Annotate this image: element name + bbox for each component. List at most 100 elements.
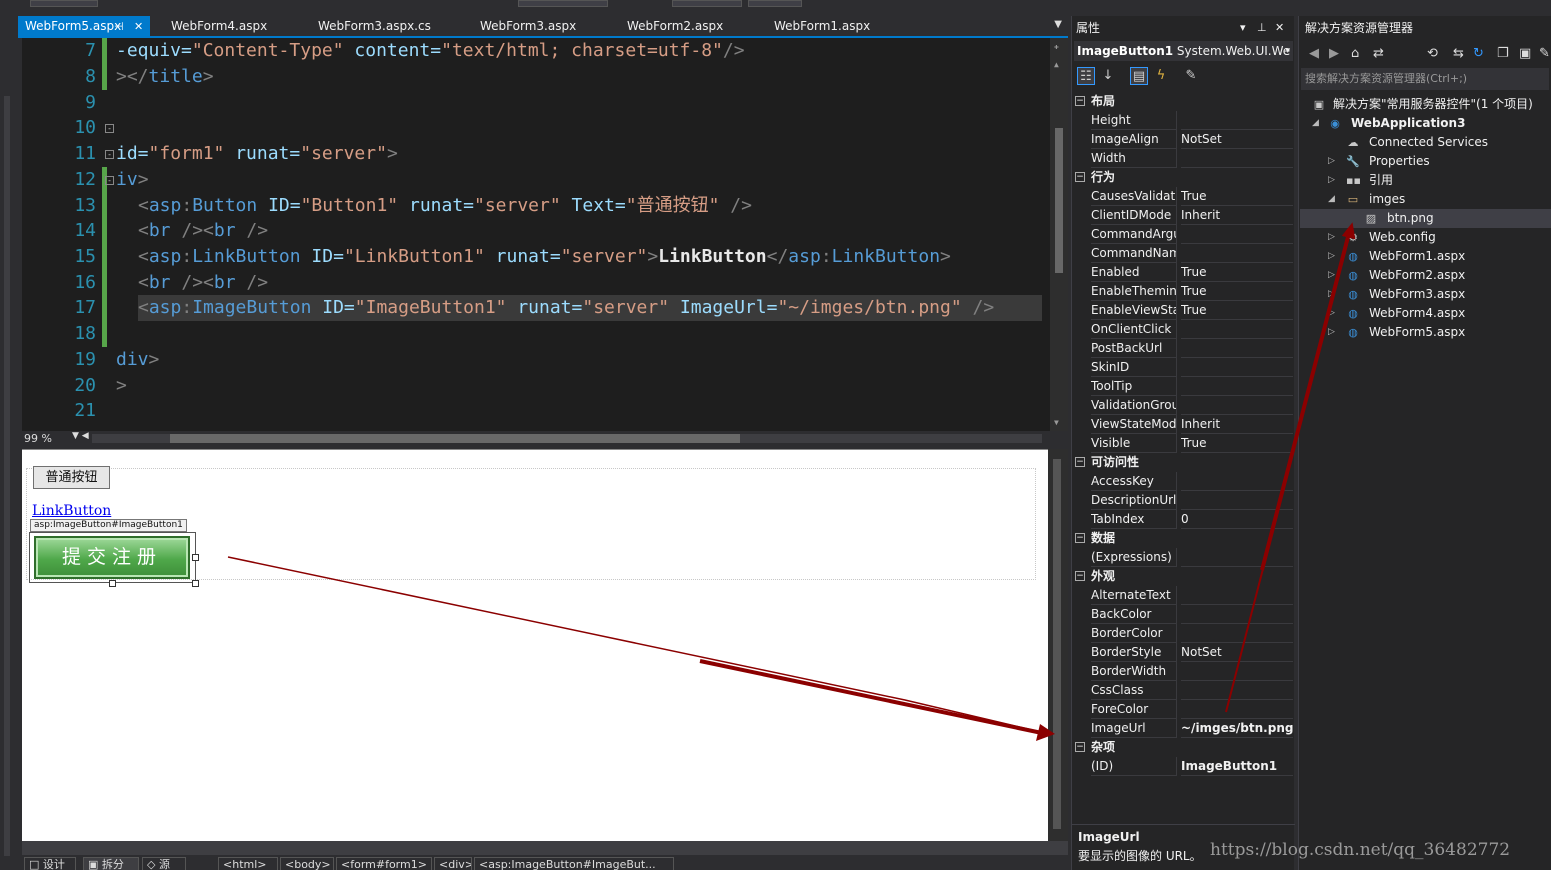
code-line-19[interactable]: div> (116, 347, 159, 373)
events-icon[interactable]: ϟ (1152, 67, 1170, 85)
close-icon[interactable]: ✕ (134, 16, 143, 37)
resize-handle[interactable] (109, 580, 116, 587)
tree-item[interactable]: ☁ Connected Services (1299, 133, 1551, 152)
code-line-7[interactable]: -equiv="Content-Type" content="text/html… (116, 38, 745, 64)
collapse-all-icon[interactable]: ❐ (1497, 46, 1509, 61)
horizontal-scrollbar[interactable] (92, 434, 1042, 443)
design-link-button[interactable]: LinkButton (32, 503, 111, 519)
dropdown-icon[interactable]: ▾ (1240, 16, 1246, 40)
code-line-17[interactable]: <asp:ImageButton ID="ImageButton1" runat… (138, 295, 994, 321)
toolbar-combo[interactable] (30, 0, 98, 7)
toolbar-combo[interactable] (672, 0, 742, 7)
code-line-13[interactable]: <asp:Button ID="Button1" runat="server" … (138, 193, 752, 219)
category-accessibility[interactable]: − 可访问性 (1072, 453, 1293, 472)
tab-webform3-cs[interactable]: WebForm3.aspx.cs (311, 16, 431, 37)
solution-search-input[interactable]: 搜索解决方案资源管理器(Ctrl+;) (1301, 68, 1549, 90)
scroll-up-icon[interactable]: ▲ (1054, 60, 1059, 69)
tree-item[interactable]: ▷ ◍ WebForm1.aspx (1299, 247, 1551, 266)
tab-webform4[interactable]: WebForm4.aspx (164, 16, 267, 37)
category-behavior[interactable]: − 行为 (1072, 168, 1293, 187)
property-row[interactable]: CssClass (1072, 681, 1293, 700)
toolbar-combo[interactable] (748, 0, 802, 7)
property-row[interactable]: ViewStateMod Inherit (1072, 415, 1293, 434)
alphabetical-icon[interactable]: ↓ (1099, 67, 1117, 85)
property-row[interactable]: SkinID (1072, 358, 1293, 377)
property-row-imageurl[interactable]: ImageUrl ~/imges/btn.png (1072, 719, 1293, 738)
property-row[interactable]: OnClientClick (1072, 320, 1293, 339)
property-row[interactable]: CommandArgu (1072, 225, 1293, 244)
design-image-button[interactable]: 提交注册 (34, 536, 190, 579)
property-row[interactable]: CausesValidati True (1072, 187, 1293, 206)
property-row[interactable]: AlternateText (1072, 586, 1293, 605)
collapse-icon[interactable]: − (1075, 457, 1085, 467)
property-row[interactable]: EnableViewSta True (1072, 301, 1293, 320)
history-icon[interactable]: ⟲ (1427, 46, 1438, 61)
tab-webform5[interactable]: WebForm5.aspx ⊣ ✕ (18, 16, 150, 37)
property-row[interactable]: (Expressions) (1072, 548, 1293, 567)
code-line-12[interactable]: iv> (116, 167, 149, 193)
collapse-icon[interactable]: − (1075, 96, 1085, 106)
category-layout[interactable]: − 布局 (1072, 92, 1293, 111)
collapse-icon[interactable]: − (1075, 742, 1085, 752)
breadcrumb-div[interactable]: <div> (434, 857, 472, 870)
property-row[interactable]: TabIndex 0 (1072, 510, 1293, 529)
fold-toggle-icon[interactable]: - (105, 176, 114, 185)
fold-toggle-icon[interactable]: - (105, 150, 114, 159)
property-row[interactable]: Height (1072, 111, 1293, 130)
tree-item[interactable]: ▷ ◍ WebForm4.aspx (1299, 304, 1551, 323)
property-row[interactable]: PostBackUrl (1072, 339, 1293, 358)
design-horizontal-scrollbar[interactable] (22, 841, 1068, 855)
scroll-down-icon[interactable]: ▼ (1054, 418, 1059, 427)
tab-webform3[interactable]: WebForm3.aspx (473, 16, 576, 37)
property-row[interactable]: ForeColor (1072, 700, 1293, 719)
back-icon[interactable]: ◀ (1309, 46, 1319, 61)
tree-item[interactable]: ◢ ◉ WebApplication3 (1299, 114, 1551, 133)
forward-icon[interactable]: ▶ (1329, 46, 1339, 61)
code-line-20[interactable]: > (116, 373, 127, 399)
scroll-thumb[interactable] (170, 434, 740, 443)
tree-item[interactable]: ▷ ▪▪ 引用 (1299, 171, 1551, 190)
code-line-8[interactable]: ></title> (116, 64, 214, 90)
toolbar-combo[interactable] (518, 0, 608, 7)
property-row[interactable]: Enabled True (1072, 263, 1293, 282)
scroll-thumb[interactable] (1053, 459, 1061, 829)
tree-item[interactable]: ◢ ▭ imges (1299, 190, 1551, 209)
property-row[interactable]: ImageAlign NotSet (1072, 130, 1293, 149)
close-icon[interactable]: ✕ (1275, 16, 1284, 40)
tree-item[interactable]: ▷ 🔧 Properties (1299, 152, 1551, 171)
design-surface[interactable]: 普通按钮 LinkButton asp:ImageButton#ImageBut… (22, 449, 1048, 841)
zoom-dropdown-icon[interactable]: ▼ ◀ (72, 431, 89, 441)
collapsed-arrow-icon[interactable]: ▷ (1328, 171, 1338, 190)
properties-icon[interactable]: ▤ (1130, 67, 1148, 85)
property-row[interactable]: Visible True (1072, 434, 1293, 453)
expanded-arrow-icon[interactable]: ◢ (1312, 114, 1322, 133)
tab-webform2[interactable]: WebForm2.aspx (620, 16, 723, 37)
collapsed-arrow-icon[interactable]: ▷ (1328, 266, 1338, 285)
object-selector[interactable]: ImageButton1 System.Web.UI.We ▾ (1074, 41, 1293, 61)
tree-item[interactable]: ▷ ◍ WebForm2.aspx (1299, 266, 1551, 285)
category-appearance[interactable]: − 外观 (1072, 567, 1293, 586)
collapsed-arrow-icon[interactable]: ▷ (1328, 152, 1338, 171)
tab-dropdown-icon[interactable]: ▼ (1054, 19, 1062, 30)
breadcrumb-form[interactable]: <form#form1> (336, 857, 432, 870)
show-all-files-icon[interactable]: ▣ (1519, 46, 1531, 61)
expanded-arrow-icon[interactable]: ◢ (1328, 190, 1338, 209)
property-row[interactable]: AccessKey (1072, 472, 1293, 491)
resize-handle[interactable] (192, 580, 199, 587)
collapse-icon[interactable]: − (1075, 172, 1085, 182)
tree-item[interactable]: ▷ ⚙ Web.config (1299, 228, 1551, 247)
breadcrumb-body[interactable]: <body> (280, 857, 334, 870)
collapsed-arrow-icon[interactable]: ▷ (1328, 304, 1338, 323)
property-row[interactable]: ClientIDMode Inherit (1072, 206, 1293, 225)
source-view-tab[interactable]: ◇ 源 (142, 857, 186, 870)
property-row[interactable]: ValidationGrou (1072, 396, 1293, 415)
property-row-id[interactable]: (ID) ImageButton1 (1072, 757, 1293, 776)
split-view-tab[interactable]: ▣ 拆分 (83, 857, 139, 870)
collapsed-arrow-icon[interactable]: ▷ (1328, 285, 1338, 304)
property-row[interactable]: BorderColor (1072, 624, 1293, 643)
home-icon[interactable]: ⌂ (1351, 46, 1359, 61)
collapsed-arrow-icon[interactable]: ▷ (1328, 323, 1338, 342)
code-editor[interactable]: 7 8 9 10 11 12 13 14 15 16 17 18 19 20 2… (22, 38, 1068, 431)
property-row[interactable]: DescriptionUrl (1072, 491, 1293, 510)
tab-webform1[interactable]: WebForm1.aspx (767, 16, 870, 37)
